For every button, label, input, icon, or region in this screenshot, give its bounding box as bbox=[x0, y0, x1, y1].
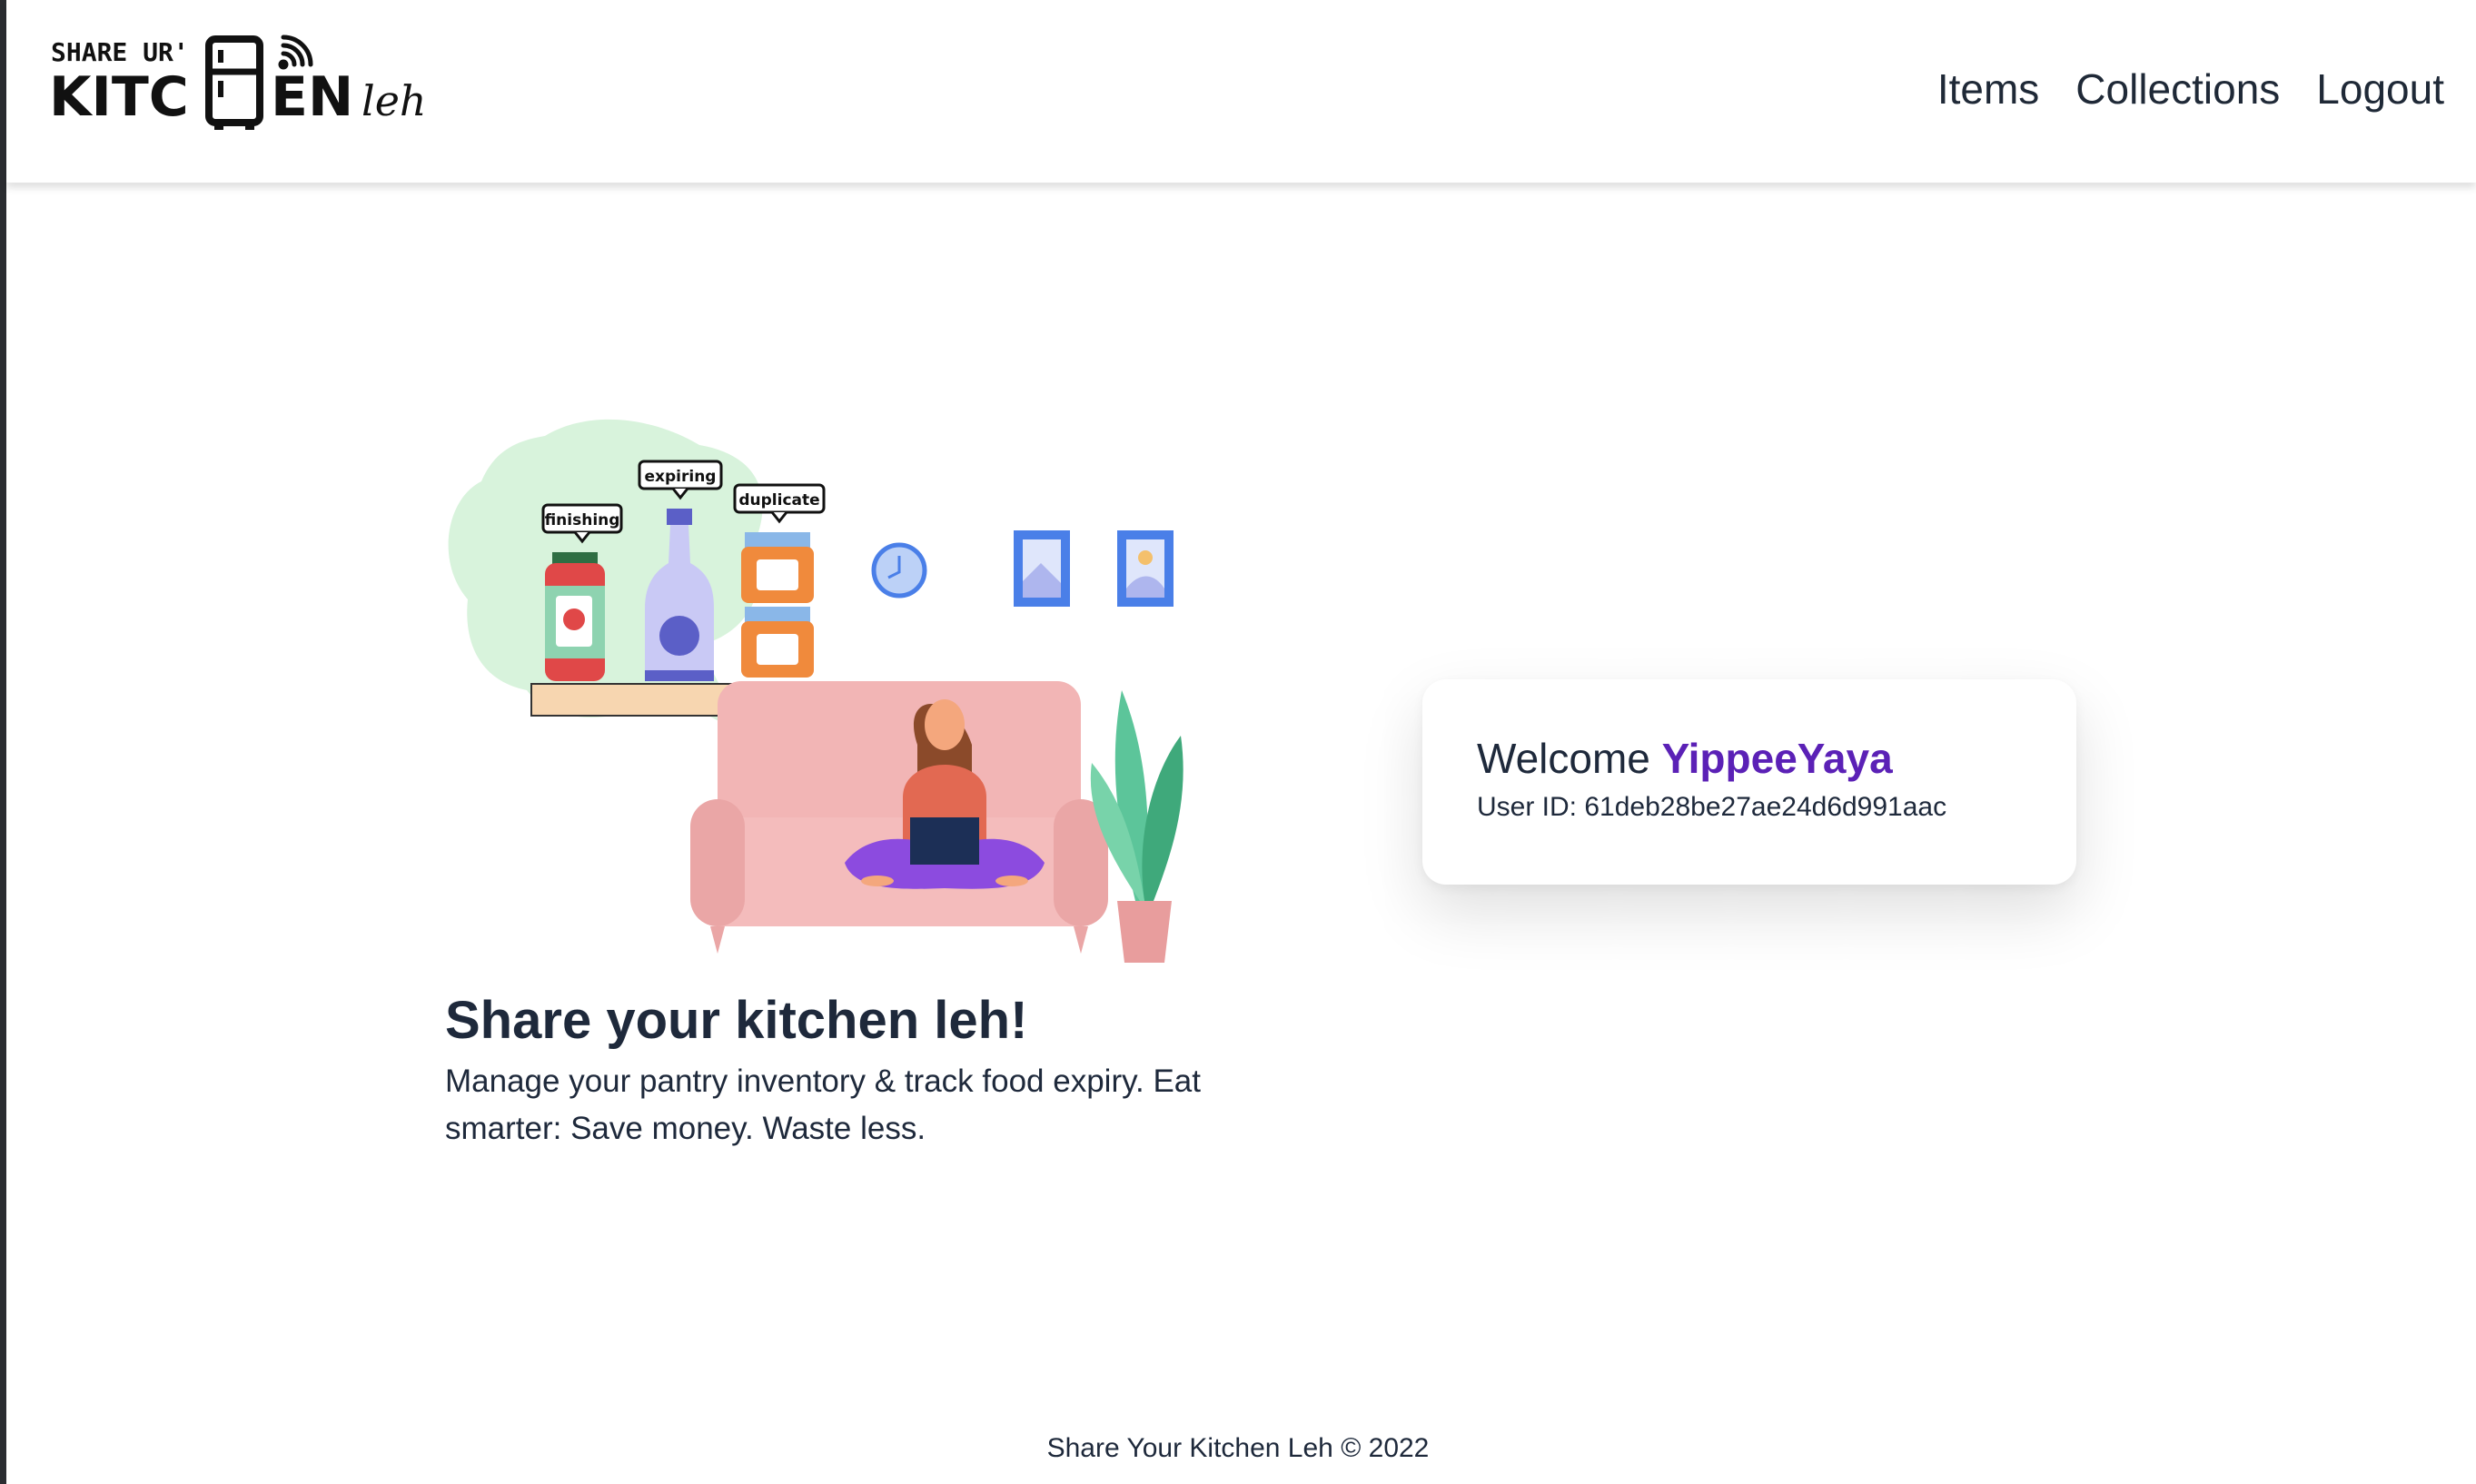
window-edge bbox=[0, 0, 6, 1484]
svg-text:finishing: finishing bbox=[545, 511, 620, 529]
hero-title: Share your kitchen leh! bbox=[445, 991, 1028, 1050]
app-logo[interactable]: SHARE UR' KITC EN leh bbox=[45, 34, 427, 134]
sofa-icon bbox=[690, 681, 1108, 954]
welcome-greeting: Welcome bbox=[1477, 735, 1650, 782]
top-navbar: SHARE UR' KITC EN leh Items Collections … bbox=[6, 0, 2476, 183]
welcome-message: Welcome YippeeYaya bbox=[1477, 734, 1893, 783]
jar-icon bbox=[545, 552, 605, 681]
svg-text:duplicate: duplicate bbox=[738, 491, 819, 510]
clock-icon bbox=[871, 542, 927, 599]
logo-line2-right: EN bbox=[271, 65, 353, 129]
welcome-card: Welcome YippeeYaya User ID: 61deb28be27a… bbox=[1422, 679, 2076, 885]
main-nav: Items Collections Logout bbox=[1937, 60, 2444, 118]
user-id-line: User ID: 61deb28be27ae24d6d991aac bbox=[1477, 792, 1946, 823]
user-id-value: 61deb28be27ae24d6d991aac bbox=[1584, 792, 1947, 822]
nav-collections-link[interactable]: Collections bbox=[2075, 64, 2280, 114]
username: YippeeYaya bbox=[1661, 735, 1893, 782]
fridge-icon bbox=[205, 35, 263, 130]
footer-copyright: Share Your Kitchen Leh © 2022 bbox=[1046, 1433, 1430, 1463]
plant-icon bbox=[1090, 690, 1184, 963]
logo-line2-left: KITC bbox=[49, 65, 189, 129]
wifi-icon bbox=[278, 35, 313, 70]
logo-line1: SHARE UR' bbox=[51, 37, 189, 67]
user-id-label: User ID: bbox=[1477, 792, 1578, 822]
hero-description: Manage your pantry inventory & track foo… bbox=[445, 1064, 1201, 1146]
nav-items-link[interactable]: Items bbox=[1937, 64, 2039, 114]
picture-frame-icon bbox=[1117, 530, 1174, 607]
pantry-illustration: finishing expiring duplicate bbox=[448, 419, 1184, 963]
picture-frame-icon bbox=[1014, 530, 1070, 607]
svg-text:expiring: expiring bbox=[645, 468, 717, 486]
nav-logout-link[interactable]: Logout bbox=[2316, 64, 2444, 114]
logo-suffix: leh bbox=[361, 76, 427, 125]
